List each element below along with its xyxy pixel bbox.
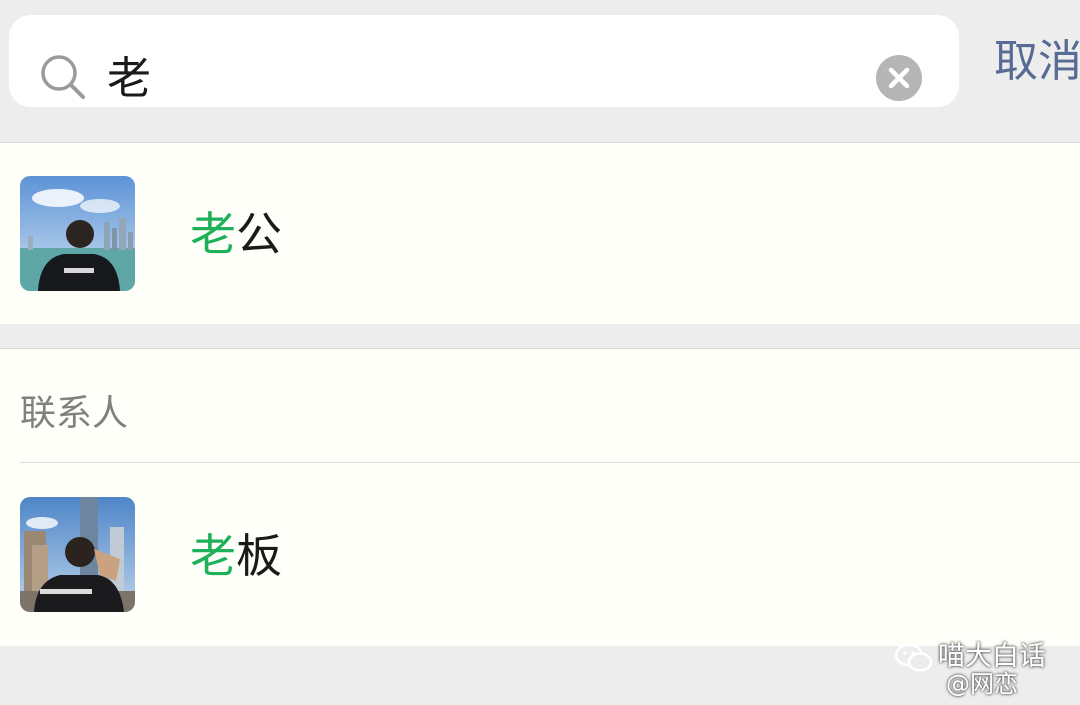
list-item[interactable]: 老板	[0, 464, 1080, 646]
cancel-button[interactable]: 取消	[994, 34, 1080, 90]
contacts-section: 联系人 老板	[0, 348, 1080, 646]
watermark-handle: @网恋	[946, 670, 1018, 698]
watermark: 喵大白话 @网恋	[894, 640, 1074, 700]
divider	[20, 462, 1080, 463]
contact-name: 老公	[190, 207, 282, 261]
clear-icon[interactable]	[876, 55, 922, 101]
search-bar: 老 取消	[0, 0, 1080, 128]
search-icon	[41, 55, 85, 99]
top-result-section: 老公	[0, 142, 1080, 324]
search-field[interactable]: 老	[9, 15, 959, 107]
divider	[0, 348, 1080, 349]
list-item[interactable]: 老公	[0, 142, 1080, 324]
wechat-logo-icon	[894, 643, 933, 672]
avatar	[20, 497, 135, 612]
avatar	[20, 176, 135, 291]
search-input[interactable]: 老	[107, 51, 151, 107]
contact-name: 老板	[190, 529, 282, 583]
section-header: 联系人	[20, 393, 129, 434]
